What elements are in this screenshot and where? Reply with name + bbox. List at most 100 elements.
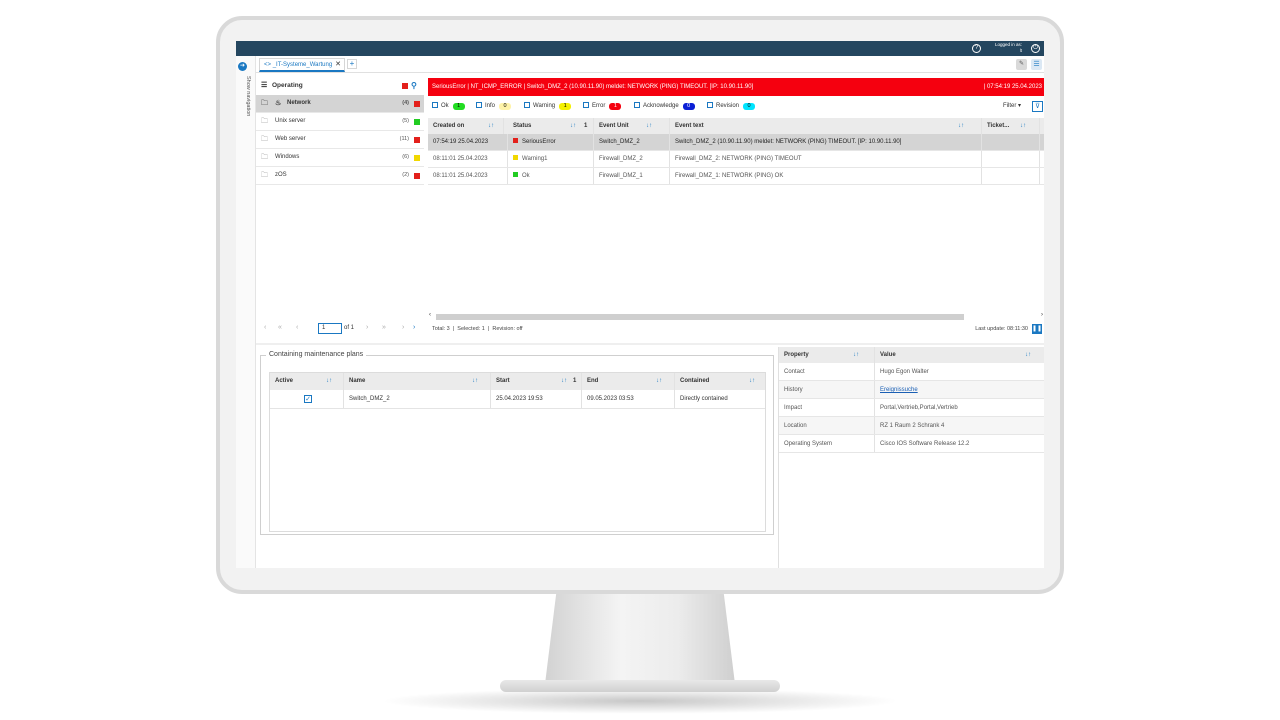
sort-icon[interactable]: ↓↑ [1025,347,1031,363]
last-page-icon[interactable]: › [402,324,404,331]
edit-pencil-icon[interactable]: ✎ [1016,59,1027,70]
sort-icon[interactable]: ↓↑ [488,118,494,134]
properties-rows: Contact Hugo Egon Walter History Ereigni… [779,363,1044,453]
cell-property: Impact [779,399,875,416]
tree-item-web-server[interactable]: 🗀 Web server (11) [256,131,424,149]
tree-item-label: Web server [275,136,306,142]
filter-ok[interactable]: Ok 1 [432,99,465,113]
maintenance-plans-table: Active ↓↑ Name ↓↑ Start ↓↑ 1 End ↓↑ Contained… [269,372,766,532]
menu-list-icon[interactable]: ☰ [1031,59,1042,70]
table-row[interactable]: Operating System Cisco IOS Software Rele… [779,435,1044,453]
operating-icon: ☰ [261,82,268,89]
col-event-unit[interactable]: Event Unit ↓↑ [594,118,670,134]
show-navigation-arrow-icon[interactable]: ➜ [238,62,247,71]
sort-icon[interactable]: ↓↑ [570,118,576,134]
filter-checkbox[interactable] [524,102,530,108]
col-status[interactable]: Status ↓↑ 1 [508,118,594,134]
maintenance-plans-panel: Containing maintenance plans Active ↓↑ Na… [260,351,774,535]
col-value[interactable]: Value ↓↑ [875,347,1044,363]
cell-start: 25.04.2023 19:53 [491,390,582,408]
active-checkbox[interactable]: ✓ [304,395,312,403]
col-active[interactable]: Active ↓↑ [270,373,344,390]
tree-item-status-square [414,137,420,143]
tree-item-windows[interactable]: 🗀 Windows (6) [256,149,424,167]
horizontal-scrollbar[interactable]: ‹ › [428,312,1044,320]
filter-checkbox[interactable] [432,102,438,108]
col-ticket[interactable]: Ticket... ↓↑ [982,118,1040,134]
sort-icon[interactable]: ↓↑ [1020,118,1026,134]
panel-divider[interactable] [256,343,1044,345]
filter-checkbox[interactable] [583,102,589,108]
prev-page-icon[interactable]: ‹ [296,324,298,331]
expand-arrow-icon[interactable]: › [413,324,415,331]
tree-item-count: (2) [402,172,409,178]
tree-item-label: Unix server [275,118,306,124]
sort-icon[interactable]: ↓↑ [472,373,478,390]
sort-icon[interactable]: ↓↑ [656,373,662,390]
prev-group-icon[interactable]: « [278,324,282,331]
tab-it-systeme-wartung[interactable]: <> _IT-Systeme_Wartung ✕ [259,58,345,72]
filter-warning[interactable]: Warning 1 [524,99,572,113]
sort-icon[interactable]: ↓↑ [646,118,652,134]
table-row[interactable]: Location RZ 1 Raum 2 Schrank 4 [779,417,1044,435]
filter-dropdown[interactable]: Filter ▾ [1003,99,1021,113]
cell-value: Cisco IOS Software Release 12.2 [880,441,970,447]
filter-revision[interactable]: Revision 0 [707,99,756,113]
tree-item-unix-server[interactable]: 🗀 Unix server (5) [256,113,424,131]
sort-order-number: 1 [584,123,588,129]
col-contained[interactable]: Contained ↓↑ [675,373,765,390]
page-number-input[interactable]: 1 [318,323,342,334]
first-page-icon[interactable]: ‹ [264,324,266,331]
col-label: Event text [675,123,704,129]
filter-label: Warning [533,103,556,109]
filter-error[interactable]: Error 1 [583,99,622,113]
table-row[interactable]: 08:11:01 25.04.2023 Ok Firewall_DMZ_1 Fi… [428,168,1044,185]
scrollbar-thumb[interactable] [436,314,964,320]
add-tab-button[interactable]: + [347,59,357,69]
sort-icon[interactable]: ↓↑ [561,373,567,390]
tree-item-zos[interactable]: 🗀 zOS (2) [256,167,424,185]
table-row[interactable]: 07:54:19 25.04.2023 SeriousError Switch_… [428,134,1044,151]
next-page-icon[interactable]: › [366,324,368,331]
scroll-right-icon[interactable]: › [1041,312,1043,318]
table-row[interactable]: Contact Hugo Egon Walter [779,363,1044,381]
tree-pager: ‹ « ‹ 1 of 1 › » › › [256,321,424,337]
col-end[interactable]: End ↓↑ [582,373,675,390]
pause-icon[interactable]: ❚❚ [1032,324,1042,334]
col-property[interactable]: Property ↓↑ [779,347,875,363]
table-row[interactable]: Impact Portal,Vertrieb,Portal,Vertrieb [779,399,1044,417]
sort-icon[interactable]: ↓↑ [326,373,332,390]
page-of-label: of 1 [344,325,355,331]
sort-icon[interactable]: ↓↑ [958,118,964,134]
filter-info[interactable]: Info 0 [476,99,512,113]
filter-checkbox[interactable] [707,102,713,108]
alert-banner[interactable]: SeriousError | NT_ICMP_ERROR | Switch_DM… [428,78,1044,96]
sort-icon[interactable]: ↓↑ [853,347,859,363]
tab-close-icon[interactable]: ✕ [335,59,341,71]
col-start[interactable]: Start ↓↑ 1 [491,373,582,390]
cell-unit: Firewall_DMZ_1 [594,168,670,184]
tree-item-network[interactable]: 🗀 ♨ Network (4) [256,95,424,113]
logout-icon[interactable]: ⏻ [1031,44,1040,53]
filter-checkbox[interactable] [476,102,482,108]
table-row[interactable]: History Ereignissuche [779,381,1044,399]
show-navigation-label[interactable]: Show navigation [245,76,251,116]
sort-icon[interactable]: ↓↑ [749,373,755,390]
filter-checkbox[interactable] [634,102,640,108]
event-table: Created on ↓↑ Status ↓↑ 1 Event Unit ↓↑ Even… [428,118,1044,185]
search-icon[interactable]: ⚲ [411,77,417,95]
maintenance-table-header: Active ↓↑ Name ↓↑ Start ↓↑ 1 End ↓↑ Contained… [270,373,765,390]
col-name[interactable]: Name ↓↑ [344,373,491,390]
table-row[interactable]: ✓ Switch_DMZ_2 25.04.2023 19:53 09.05.20… [270,390,765,409]
filter-acknowledge[interactable]: Acknowledge 0 [634,99,695,113]
table-row[interactable]: 08:11:01 25.04.2023 Warning1 Firewall_DM… [428,151,1044,168]
help-icon[interactable]: ? [972,44,981,53]
folder-icon: 🗀 [261,118,268,125]
col-event-text[interactable]: Event text ↓↑ [670,118,982,134]
col-created-on[interactable]: Created on ↓↑ [428,118,504,134]
scroll-left-icon[interactable]: ‹ [429,312,431,318]
funnel-filter-icon[interactable]: ⊽ [1032,101,1043,112]
history-link[interactable]: Ereignissuche [880,387,918,393]
next-group-icon[interactable]: » [382,324,386,331]
chevron-down-icon: ▾ [1018,103,1022,109]
